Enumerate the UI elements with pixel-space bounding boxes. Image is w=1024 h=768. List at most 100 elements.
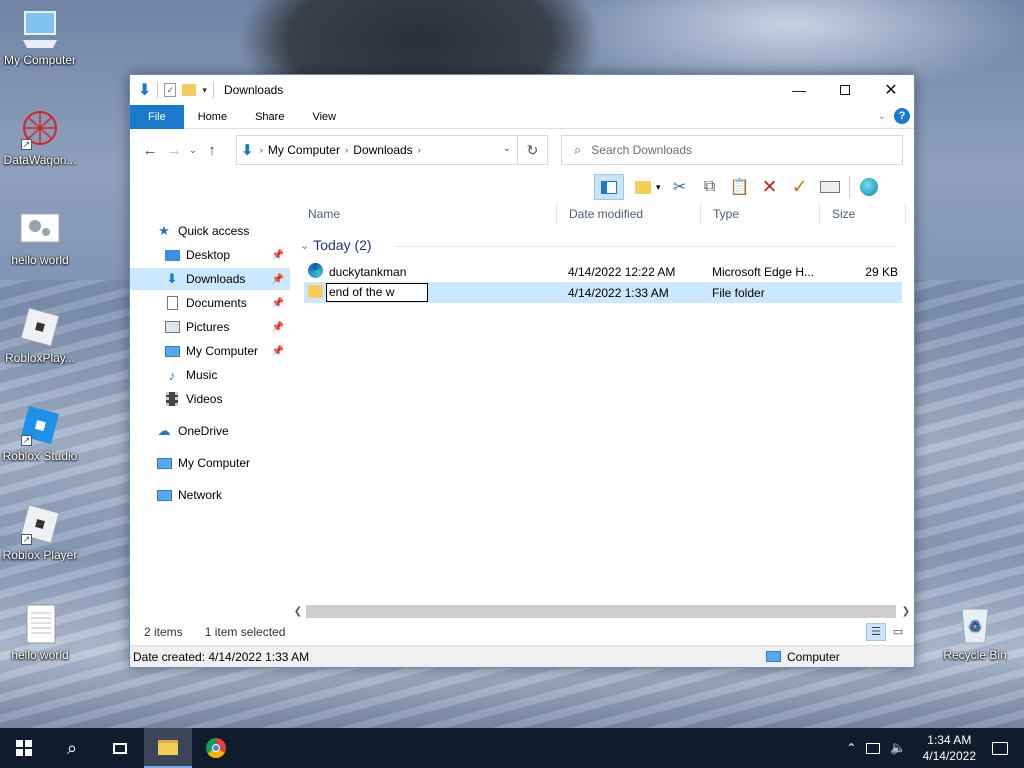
roblox-studio-icon: ↗ xyxy=(19,404,61,446)
properties-button[interactable]: ✓ xyxy=(789,176,811,198)
desktop-icon-robloxplayer-1[interactable]: RobloxPlay... xyxy=(0,306,80,365)
navigation-bar: ← → ⌄ ↑ ⬇ › My Computer › Downloads › ⌄ … xyxy=(130,133,914,167)
group-header-today[interactable]: ⌄ Today (2) xyxy=(300,237,896,253)
desktop-icon-recycle-bin[interactable]: ♻ Recycle Bin xyxy=(935,603,1015,662)
windows-logo-icon xyxy=(16,740,32,756)
datawagon-icon: ↗ xyxy=(19,108,61,150)
breadcrumb-my-computer[interactable]: My Computer xyxy=(268,143,340,157)
rename-button[interactable] xyxy=(819,176,841,198)
new-folder-icon[interactable] xyxy=(182,84,197,96)
recent-locations-button[interactable]: ⌄ xyxy=(186,145,200,156)
network-icon[interactable] xyxy=(866,742,881,754)
cloud-icon: ☁ xyxy=(157,423,171,438)
chevron-down-icon: ⌄ xyxy=(189,144,197,155)
volume-icon[interactable]: 🔈 xyxy=(890,740,906,756)
nav-item-desktop[interactable]: Desktop 📌 xyxy=(130,244,290,266)
tab-share[interactable]: Share xyxy=(241,105,298,129)
expand-ribbon-icon[interactable]: ⌄ xyxy=(878,111,886,122)
breadcrumb-downloads[interactable]: Downloads xyxy=(353,143,412,157)
downloads-arrow-icon: ⬇ xyxy=(138,82,152,99)
new-item-button[interactable] xyxy=(632,176,654,198)
nav-item-music[interactable]: ♪ Music xyxy=(130,364,290,386)
chevron-right-icon: › xyxy=(417,144,422,156)
globe-button[interactable] xyxy=(858,176,880,198)
nav-item-my-computer[interactable]: My Computer 📌 xyxy=(130,340,290,362)
back-button[interactable]: ← xyxy=(138,142,162,159)
chrome-button[interactable] xyxy=(192,728,240,768)
forward-button[interactable]: → xyxy=(162,142,186,159)
table-row[interactable]: end of the w 4/14/2022 1:33 AM File fold… xyxy=(304,282,902,303)
nav-my-computer[interactable]: My Computer xyxy=(130,452,290,474)
chevron-right-icon: › xyxy=(259,144,263,156)
desktop-icon-datawagon[interactable]: ↗ DataWagon... xyxy=(0,108,80,167)
location-indicator: Computer xyxy=(766,650,840,664)
desktop-icon-roblox-studio[interactable]: ↗ Roblox Studio xyxy=(0,404,80,463)
cut-button[interactable]: ✂ xyxy=(669,176,691,198)
large-icons-view-button[interactable]: ▭ xyxy=(888,623,908,641)
close-button[interactable]: ✕ xyxy=(868,75,914,105)
desktop-icon-hello-world-1[interactable]: hello world xyxy=(0,208,80,267)
help-icon[interactable]: ? xyxy=(894,108,910,124)
scroll-left-icon[interactable]: ❮ xyxy=(290,603,306,620)
system-tray: ⌃ 🔈 1:34 AM 4/14/2022 xyxy=(846,728,1024,768)
delete-button[interactable]: ✕ xyxy=(759,176,781,198)
details-view-button[interactable]: ☰ xyxy=(866,623,886,641)
nav-onedrive[interactable]: ☁ OneDrive xyxy=(130,420,290,442)
desktop-icon-my-computer[interactable]: My Computer xyxy=(0,8,80,67)
roblox-player-icon xyxy=(19,306,61,348)
tab-home[interactable]: Home xyxy=(184,105,241,129)
scroll-right-icon[interactable]: ❯ xyxy=(898,603,914,620)
desktop-icon-roblox-player[interactable]: ↗ Roblox Player xyxy=(0,503,80,562)
clock-date: 4/14/2022 xyxy=(922,749,976,763)
refresh-button[interactable]: ↻ xyxy=(517,136,547,164)
edge-html-icon xyxy=(308,263,323,281)
title-bar[interactable]: ⬇ ✓ ▾ Downloads — ✕ xyxy=(130,75,914,105)
nav-item-pictures[interactable]: Pictures 📌 xyxy=(130,316,290,338)
notifications-icon[interactable] xyxy=(992,741,1008,755)
minimize-button[interactable]: — xyxy=(776,75,822,105)
details-bar: Date created: 4/14/2022 1:33 AM Computer xyxy=(130,645,914,667)
nav-item-documents[interactable]: Documents 📌 xyxy=(130,292,290,314)
start-button[interactable] xyxy=(0,728,48,768)
task-view-button[interactable] xyxy=(96,728,144,768)
column-header-date-modified[interactable]: Date modified xyxy=(557,203,701,225)
maximize-button[interactable] xyxy=(822,75,868,105)
desktop-icon-hello-world-2[interactable]: hello world xyxy=(0,603,80,662)
tab-view[interactable]: View xyxy=(298,105,350,129)
nav-quick-access[interactable]: ★ Quick access xyxy=(130,220,290,242)
show-hidden-icons-icon[interactable]: ⌃ xyxy=(846,741,856,755)
copy-button[interactable]: ⧉ xyxy=(699,176,721,198)
status-bar: 2 items 1 item selected ☰ ▭ xyxy=(130,621,914,643)
column-header-type[interactable]: Type xyxy=(701,203,820,225)
search-button[interactable]: ⌕ xyxy=(48,728,96,768)
horizontal-scrollbar[interactable]: ❮ ❯ xyxy=(290,603,914,620)
nav-network[interactable]: Network xyxy=(130,484,290,506)
customize-quick-access-icon[interactable]: ▾ xyxy=(202,85,207,96)
paste-button[interactable]: 📋 xyxy=(729,176,751,198)
nav-item-downloads[interactable]: ⬇ Downloads 📌 xyxy=(130,268,290,290)
preview-pane-button[interactable] xyxy=(594,174,624,200)
window-title: Downloads xyxy=(223,83,284,97)
svg-text:♻: ♻ xyxy=(969,619,982,635)
tab-file[interactable]: File xyxy=(130,104,184,129)
nav-item-videos[interactable]: Videos xyxy=(130,388,290,410)
computer-icon xyxy=(156,455,172,471)
file-explorer-button[interactable] xyxy=(144,728,192,768)
properties-icon[interactable]: ✓ xyxy=(164,83,177,97)
chevron-down-icon[interactable]: ▾ xyxy=(656,182,661,193)
folder-icon xyxy=(158,739,178,755)
column-header-size[interactable]: Size xyxy=(820,203,906,225)
scroll-thumb[interactable] xyxy=(306,605,896,618)
rename-input[interactable]: end of the w xyxy=(326,283,428,302)
column-header-name[interactable]: Name xyxy=(296,203,557,225)
search-box[interactable]: ⌕ Search Downloads xyxy=(561,135,903,165)
divider xyxy=(212,82,214,98)
clock[interactable]: 1:34 AM 4/14/2022 xyxy=(923,732,976,764)
file-name: duckytankman xyxy=(329,264,407,279)
address-bar[interactable]: ⬇ › My Computer › Downloads › ⌄ ↻ xyxy=(236,135,548,165)
up-button[interactable]: ↑ xyxy=(200,142,224,159)
shortcut-arrow-icon: ↗ xyxy=(21,435,32,446)
address-dropdown-icon[interactable]: ⌄ xyxy=(503,143,511,154)
preview-pane-icon xyxy=(601,180,617,194)
table-row[interactable]: duckytankman 4/14/2022 12:22 AM Microsof… xyxy=(304,261,902,282)
